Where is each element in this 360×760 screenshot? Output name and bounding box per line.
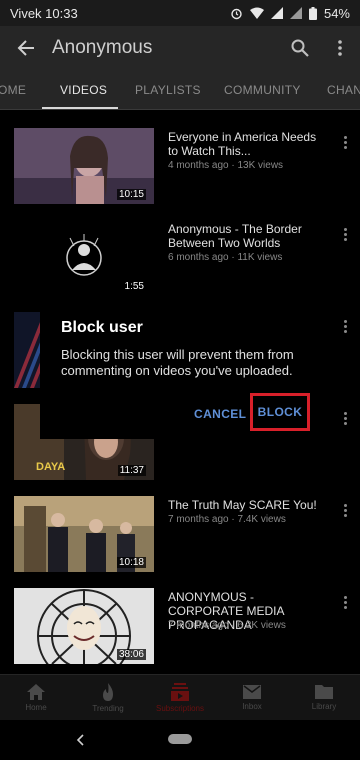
dialog-title: Block user (61, 319, 143, 336)
block-button[interactable]: BLOCK (258, 405, 303, 419)
video-more-button[interactable] (340, 408, 350, 428)
video-title[interactable]: The Truth May SCARE You! (168, 498, 328, 512)
chevron-left-icon (76, 734, 84, 746)
nav-label: Subscriptions (155, 704, 205, 713)
bottom-navigation: Home Trending Subscriptions Inbox Librar… (0, 674, 360, 720)
nav-label: Trending (92, 704, 124, 713)
nav-label: Inbox (242, 702, 262, 711)
video-thumbnail[interactable]: 10:18 (14, 496, 154, 572)
tab-playlists[interactable]: PLAYLISTS (135, 70, 201, 110)
video-item[interactable]: 38:06 ANONYMOUS - CORPORATE MEDIA PROPAG… (0, 576, 360, 668)
video-item[interactable]: 10:15 Everyone in America Needs to Watch… (0, 116, 360, 208)
search-icon (291, 39, 309, 57)
video-more-button[interactable] (340, 224, 350, 244)
arrow-back-icon (17, 40, 34, 56)
video-duration: 10:15 (116, 189, 146, 200)
back-button[interactable] (0, 26, 52, 70)
system-navigation-bar (0, 720, 360, 760)
video-duration: 38:06 (116, 649, 146, 660)
home-icon (27, 684, 45, 700)
video-meta: 4 months ago · 13K views (168, 160, 284, 171)
video-thumbnail[interactable]: 38:06 (14, 588, 154, 664)
thumbnail-overlay-text: DAYA (36, 461, 65, 473)
more-options-button[interactable] (320, 26, 360, 70)
video-more-button[interactable] (340, 316, 350, 336)
video-more-button[interactable] (340, 132, 350, 152)
tab-channels[interactable]: CHAN (327, 70, 360, 110)
nav-inbox[interactable]: Inbox (216, 675, 288, 721)
nav-subscriptions[interactable]: Subscriptions (144, 675, 216, 721)
channel-title: Anonymous (52, 37, 153, 58)
tab-community[interactable]: COMMUNITY (224, 70, 301, 110)
folder-icon (315, 685, 333, 699)
video-duration: 1:55 (122, 281, 146, 292)
signal-icon-2 (289, 7, 302, 19)
alarm-icon (231, 8, 242, 19)
video-thumbnail[interactable]: 1:55 (14, 220, 154, 296)
tab-videos[interactable]: VIDEOS (60, 70, 107, 110)
cancel-button[interactable]: CANCEL (194, 407, 246, 421)
video-meta: 6 months ago · 11K views (168, 252, 283, 263)
search-button[interactable] (280, 26, 320, 70)
flame-icon (103, 683, 113, 701)
battery-level: 54% (323, 5, 350, 21)
video-meta: 7 months ago · 7.4K views (168, 514, 286, 525)
more-vert-icon (338, 40, 342, 56)
video-duration: 10:18 (116, 557, 146, 568)
nav-home[interactable]: Home (0, 675, 72, 721)
video-thumbnail[interactable]: 10:15 (14, 128, 154, 204)
tab-home[interactable]: OME (0, 70, 26, 110)
block-button-highlight: BLOCK (250, 393, 310, 431)
nav-trending[interactable]: Trending (72, 675, 144, 721)
nav-label: Home (25, 703, 47, 712)
system-back-button[interactable] (70, 728, 90, 752)
subscriptions-icon (171, 683, 189, 701)
video-title[interactable]: Anonymous - The Border Between Two World… (168, 222, 328, 250)
status-time: Vivek 10:33 (10, 5, 78, 21)
video-more-button[interactable] (340, 500, 350, 520)
signal-icon (270, 7, 283, 19)
status-icons: 54% (230, 6, 350, 21)
dialog-message: Blocking this user will prevent them fro… (61, 347, 294, 378)
video-item[interactable]: 1:55 Anonymous - The Border Between Two … (0, 208, 360, 300)
system-home-button[interactable] (168, 734, 192, 744)
video-more-button[interactable] (340, 592, 350, 612)
nav-library[interactable]: Library (288, 675, 360, 721)
video-meta: 7 months ago · 6.2K views (168, 620, 286, 631)
video-item[interactable]: 10:18 The Truth May SCARE You! 7 months … (0, 484, 360, 576)
active-tab-indicator (42, 107, 118, 109)
channel-tabs: OME VIDEOS PLAYLISTS COMMUNITY CHAN (0, 70, 360, 110)
status-bar: Vivek 10:33 54% (0, 0, 360, 26)
app-bar: Anonymous (0, 26, 360, 70)
block-user-dialog: Block user Blocking this user will preve… (40, 305, 326, 439)
video-duration: 11:37 (117, 465, 146, 476)
battery-icon (308, 6, 317, 20)
nav-label: Library (311, 702, 337, 711)
mail-icon (243, 685, 261, 699)
wifi-icon (249, 7, 264, 19)
video-title[interactable]: Everyone in America Needs to Watch This.… (168, 130, 328, 158)
